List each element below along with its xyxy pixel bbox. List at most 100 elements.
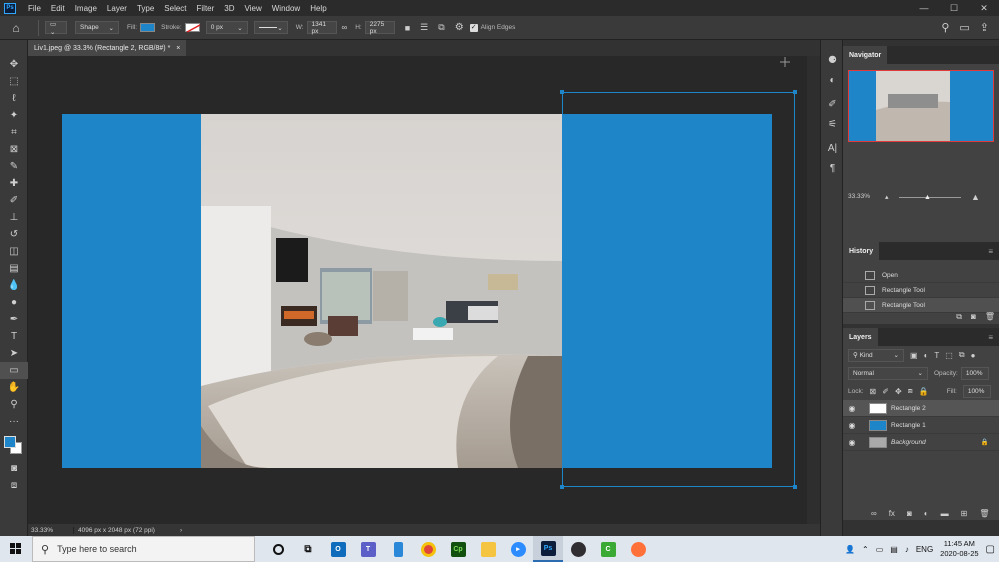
link-icon[interactable]: ∞ — [342, 23, 348, 32]
filter-toggle-icon[interactable]: ● — [971, 351, 976, 360]
height-input[interactable]: 2275 px — [364, 21, 395, 35]
obs-icon[interactable] — [563, 536, 593, 562]
menu-select[interactable]: Select — [159, 4, 191, 13]
pen-tool-icon[interactable]: ✒ — [0, 311, 28, 328]
camtasia-icon[interactable]: C — [593, 536, 623, 562]
tool-preset-picker[interactable]: ▭ ⌄ — [45, 21, 67, 36]
eyedropper-tool-icon[interactable]: ✎ — [0, 158, 28, 175]
hand-tool-icon[interactable]: ✋ — [0, 379, 28, 396]
layers-tab[interactable]: Layers — [843, 328, 878, 346]
layer-filter-select[interactable]: ⚲ Kind ⌄ — [848, 348, 904, 362]
blend-mode-select[interactable]: Normal ⌄ — [848, 366, 928, 380]
filter-type-icon[interactable]: T — [934, 351, 939, 360]
new-group-icon[interactable]: ▬ — [941, 509, 949, 518]
healing-brush-tool-icon[interactable]: ✚ — [0, 175, 28, 192]
history-item[interactable]: Rectangle Tool — [843, 283, 999, 298]
canvas-area[interactable] — [28, 56, 807, 524]
link-layers-icon[interactable]: ∞ — [871, 509, 877, 518]
delete-icon[interactable]: 🗑 — [985, 312, 995, 322]
zoom-level[interactable]: 33.33% — [28, 526, 74, 534]
filter-adjustment-icon[interactable]: ◐ — [924, 351, 929, 360]
more-tools-icon[interactable]: ··· — [0, 413, 28, 430]
zoom-in-icon[interactable]: ▲ — [971, 192, 980, 202]
menu-image[interactable]: Image — [70, 4, 102, 13]
brush-tool-icon[interactable]: ✐ — [0, 192, 28, 209]
add-mask-icon[interactable]: ◙ — [907, 509, 912, 518]
opacity-input[interactable]: 100% — [960, 366, 989, 380]
task-view-icon[interactable]: ⧉ — [293, 536, 323, 562]
menu-view[interactable]: View — [240, 4, 267, 13]
stroke-swatch[interactable] — [184, 23, 201, 33]
history-item-current[interactable]: Rectangle Tool — [843, 298, 999, 313]
share-icon[interactable]: ⇪ — [980, 21, 989, 34]
zoom-out-icon[interactable]: ▴ — [885, 193, 889, 201]
properties-icon[interactable]: ⚟ — [821, 114, 844, 134]
navigator-zoom-value[interactable]: 33.33% — [848, 193, 870, 200]
language-indicator[interactable]: ENG — [916, 545, 933, 554]
rectangle-tool-icon[interactable]: ▭ — [0, 362, 28, 379]
eye-icon[interactable]: ◉ — [843, 438, 861, 447]
firefox-icon[interactable] — [623, 536, 653, 562]
taskbar-search[interactable]: ⚲ Type here to search — [32, 536, 255, 562]
eye-icon[interactable]: ◉ — [843, 404, 861, 413]
stroke-width-input[interactable]: 0 px ⌄ — [205, 21, 248, 34]
history-item[interactable]: Open — [843, 268, 999, 283]
menu-file[interactable]: File — [23, 4, 46, 13]
paragraph-icon[interactable]: ¶ — [821, 158, 844, 178]
history-brush-tool-icon[interactable]: ↺ — [0, 226, 28, 243]
close-window-icon[interactable]: ✕ — [969, 3, 999, 14]
panel-menu-icon[interactable]: ≡ — [988, 247, 993, 256]
fill-input[interactable]: 100% — [962, 384, 991, 398]
stroke-type-select[interactable]: ⌄ — [253, 21, 288, 34]
captivate-icon[interactable]: Cp — [443, 536, 473, 562]
zoom-app-icon[interactable]: ▸ — [503, 536, 533, 562]
menu-type[interactable]: Type — [132, 4, 159, 13]
filter-shape-icon[interactable]: ⬚ — [945, 351, 953, 360]
zoom-slider-thumb[interactable]: ▲ — [924, 194, 931, 201]
menu-help[interactable]: Help — [305, 4, 331, 13]
crop-tool-icon[interactable]: ⌗ — [0, 124, 28, 141]
brush-settings-icon[interactable]: ✐ — [821, 94, 844, 114]
filter-pixel-icon[interactable]: ▣ — [910, 351, 918, 360]
lock-position-icon[interactable]: ✥ — [895, 387, 902, 396]
chevron-up-icon[interactable]: ⌃ — [862, 545, 869, 554]
align-edges-checkbox[interactable]: ✓ — [469, 23, 478, 32]
shape-mode-select[interactable]: Shape ⌄ — [75, 21, 119, 34]
gradient-tool-icon[interactable]: ▤ — [0, 260, 28, 277]
person-icon[interactable]: 👤 — [845, 545, 855, 554]
layer-row-background[interactable]: ◉ Background 🔒 — [843, 434, 999, 451]
battery-icon[interactable]: ▭ — [876, 545, 884, 554]
layer-name[interactable]: Rectangle 2 — [891, 405, 926, 412]
screen-mode-icon[interactable]: ⧈ — [0, 477, 28, 494]
home-icon[interactable]: ⌂ — [0, 21, 32, 35]
gear-icon[interactable]: ⚙ — [455, 22, 464, 33]
eye-icon[interactable]: ◉ — [843, 421, 861, 430]
phone-app-icon[interactable] — [383, 536, 413, 562]
minimize-icon[interactable]: — — [909, 3, 939, 14]
menu-filter[interactable]: Filter — [192, 4, 220, 13]
maximize-icon[interactable]: ☐ — [939, 3, 969, 14]
character-icon[interactable]: A| — [821, 138, 844, 158]
navigator-tab[interactable]: Navigator — [843, 46, 888, 64]
panel-menu-icon[interactable]: ≡ — [988, 333, 993, 342]
clock[interactable]: 11:45 AM 2020-08-25 — [940, 539, 978, 559]
photoshop-taskbar-icon[interactable]: Ps — [533, 536, 563, 562]
layer-style-icon[interactable]: fx — [889, 509, 895, 518]
frame-tool-icon[interactable]: ⊠ — [0, 141, 28, 158]
notifications-icon[interactable]: ▢ — [986, 544, 995, 555]
adjustments-icon[interactable]: ◐ — [821, 70, 844, 90]
new-layer-icon[interactable]: ⊞ — [961, 509, 968, 518]
path-arrangement-icon[interactable]: ⧉ — [438, 22, 444, 33]
magic-wand-tool-icon[interactable]: ✦ — [0, 107, 28, 124]
libraries-icon[interactable]: ⚈ — [821, 50, 844, 70]
volume-icon[interactable]: ♪ — [905, 545, 909, 554]
new-document-from-state-icon[interactable]: ⧉ — [956, 312, 962, 322]
menu-layer[interactable]: Layer — [102, 4, 132, 13]
snapshot-icon[interactable]: ◙ — [971, 312, 976, 322]
quick-mask-icon[interactable]: ◙ — [0, 460, 28, 477]
layer-row-rectangle-2[interactable]: ◉ Rectangle 2 — [843, 400, 999, 417]
type-tool-icon[interactable]: T — [0, 328, 28, 345]
lock-all-icon[interactable]: 🔒 — [919, 387, 929, 396]
filter-smart-object-icon[interactable]: ⧉ — [959, 350, 965, 360]
path-selection-tool-icon[interactable]: ➤ — [0, 345, 28, 362]
